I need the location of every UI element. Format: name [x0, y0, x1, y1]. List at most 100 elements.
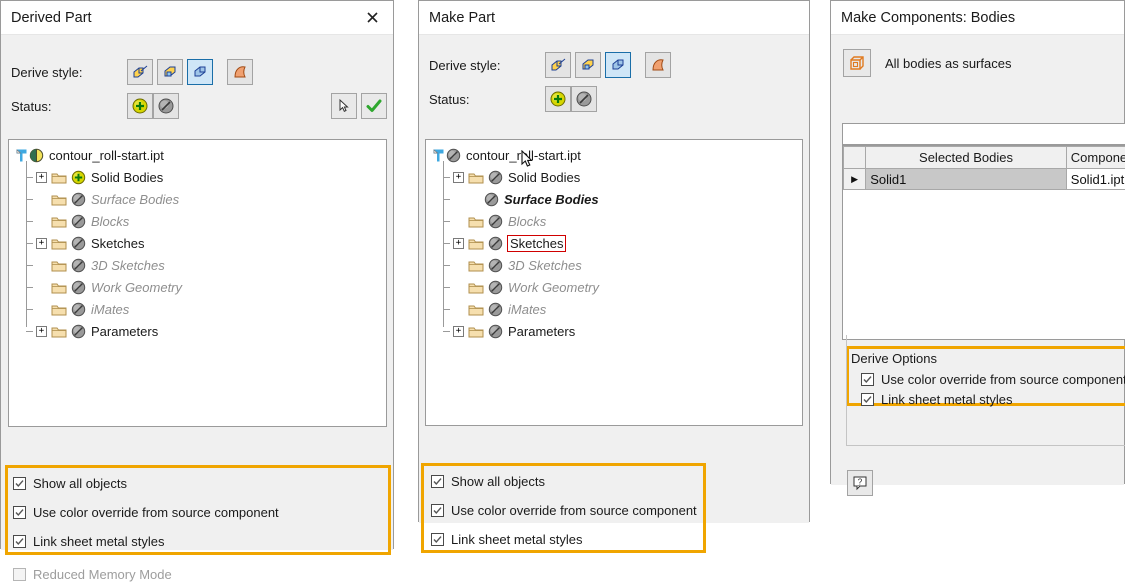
checkbox-box[interactable]	[431, 533, 444, 546]
close-icon[interactable]	[361, 7, 383, 29]
folder-icon	[468, 281, 484, 295]
checkbox-label: Show all objects	[451, 474, 545, 489]
checkbox-box[interactable]	[13, 477, 26, 490]
folder-icon	[468, 259, 484, 273]
derived-part-dialog: Derived Part Derive style:	[0, 0, 394, 549]
checkbox-box[interactable]	[13, 535, 26, 548]
derive-style-surface-only[interactable]	[227, 59, 253, 85]
tree-item-label: iMates	[91, 302, 129, 317]
tree-connector-line	[443, 199, 450, 200]
expander-plus-icon[interactable]: +	[453, 238, 464, 249]
exclude-icon	[488, 324, 503, 339]
help-button[interactable]: ?	[847, 470, 873, 496]
tree-item-label: Solid Bodies	[508, 170, 580, 185]
tree-item-label: Sketches	[508, 236, 565, 251]
tree-item-surface-bodies[interactable]: Surface Bodies	[464, 189, 599, 210]
checkbox-link-sheet-metal-styles[interactable]: Link sheet metal styles	[13, 529, 383, 554]
checkbox-box[interactable]	[861, 373, 874, 386]
checkbox-link-sheet-metal-styles[interactable]: Link sheet metal styles	[431, 527, 701, 552]
all-bodies-as-surfaces-row: All bodies as surfaces	[843, 49, 1011, 77]
exclude-icon	[488, 280, 503, 295]
derive-style-body-as-work-surface[interactable]	[187, 59, 213, 85]
tree-item-contour-roll-start-ipt[interactable]: contour_roll-start.ipt	[15, 145, 164, 166]
tree-item-parameters[interactable]: +Parameters	[448, 321, 575, 342]
expander-plus-icon[interactable]: +	[36, 326, 47, 337]
exclude-icon	[488, 258, 503, 273]
checkbox-box[interactable]	[431, 504, 444, 517]
tree-item-sketches[interactable]: +Sketches	[31, 233, 144, 254]
select-arrow-button[interactable]	[331, 93, 357, 119]
checkbox-use-color-override[interactable]: Use color override from source component	[861, 369, 1125, 389]
checkbox-show-all-objects[interactable]: Show all objects	[431, 469, 701, 494]
checkbox-box[interactable]	[431, 475, 444, 488]
tree-item-surface-bodies[interactable]: Surface Bodies	[31, 189, 179, 210]
root-flag-icon	[432, 148, 446, 163]
exclude-icon	[71, 214, 86, 229]
expander-plus-icon[interactable]: +	[453, 172, 464, 183]
derive-style-label: Derive style:	[11, 65, 127, 80]
derived-part-tree[interactable]: contour_roll-start.ipt + Solid Bodies Surfa…	[8, 139, 387, 427]
table-row[interactable]: ▶ Solid1 Solid1.ipt	[844, 169, 1125, 190]
tree-item-label: Solid Bodies	[91, 170, 163, 185]
tree-item-label: Parameters	[91, 324, 158, 339]
tree-item-work-geometry[interactable]: Work Geometry	[31, 277, 182, 298]
derive-style-label: Derive style:	[429, 58, 545, 73]
bodies-table-element: Selected Bodies Component ▶ Solid1 Solid…	[843, 146, 1125, 190]
exclude-icon	[488, 302, 503, 317]
make-part-tree[interactable]: contour_roll-start.ipt+Solid BodiesSurfa…	[425, 139, 803, 426]
tree-item-3d-sketches[interactable]: 3D Sketches	[31, 255, 165, 276]
derive-style-single-solid[interactable]	[157, 59, 183, 85]
all-bodies-as-surfaces-button[interactable]	[843, 49, 871, 77]
derive-options-group: Derive Options Use color override from s…	[851, 351, 1125, 401]
derive-style-body-as-work-surface[interactable]	[605, 52, 631, 78]
checkbox-link-sheet-metal-styles[interactable]: Link sheet metal styles	[861, 389, 1125, 409]
include-icon	[71, 170, 86, 185]
page-title: Derived Part	[11, 10, 361, 26]
tree-item-solid-bodies[interactable]: + Solid Bodies	[31, 167, 163, 188]
derive-style-solid-body[interactable]	[127, 59, 153, 85]
tree-item-imates[interactable]: iMates	[31, 299, 129, 320]
root-flag-icon	[15, 148, 29, 163]
tree-item-parameters[interactable]: + Parameters	[31, 321, 158, 342]
exclude-icon	[71, 280, 86, 295]
checkbox-box[interactable]	[13, 506, 26, 519]
make-part-dialog: Make Part Derive style:	[418, 0, 810, 522]
status-exclude-icon[interactable]	[153, 93, 179, 119]
derive-style-solid-body[interactable]	[545, 52, 571, 78]
tree-item-label: Work Geometry	[508, 280, 599, 295]
bodies-selection-field[interactable]	[842, 123, 1125, 145]
tree-item-label: Blocks	[508, 214, 546, 229]
tree-item-contour-roll-start-ipt[interactable]: contour_roll-start.ipt	[432, 145, 581, 166]
tree-item-label: Surface Bodies	[504, 192, 599, 207]
derived-part-body: Derive style:	[1, 35, 393, 550]
cell-component[interactable]: Solid1.ipt	[1066, 169, 1125, 190]
expander-plus-icon[interactable]: +	[453, 326, 464, 337]
derived-part-checkbox-group: Show all objects Use color override from…	[13, 471, 383, 587]
bodies-table[interactable]: Selected Bodies Component ▶ Solid1 Solid…	[842, 145, 1125, 340]
expander-plus-icon[interactable]: +	[36, 238, 47, 249]
expander-plus-icon[interactable]: +	[36, 172, 47, 183]
tree-item-blocks[interactable]: Blocks	[448, 211, 546, 232]
tree-item-blocks[interactable]: Blocks	[31, 211, 129, 232]
status-include-icon[interactable]	[127, 93, 153, 119]
column-header-component[interactable]: Component	[1066, 147, 1125, 169]
checkmark-button[interactable]	[361, 93, 387, 119]
tree-item-sketches[interactable]: + Sketches	[448, 233, 565, 254]
checkbox-box[interactable]	[861, 393, 874, 406]
tree-item-work-geometry[interactable]: Work Geometry	[448, 277, 599, 298]
exclude-icon	[446, 148, 461, 163]
derive-style-surface-only[interactable]	[645, 52, 671, 78]
status-include-icon[interactable]	[545, 86, 571, 112]
tree-item-3d-sketches[interactable]: 3D Sketches	[448, 255, 582, 276]
checkbox-use-color-override[interactable]: Use color override from source component	[13, 500, 383, 525]
tree-item-imates[interactable]: iMates	[448, 299, 546, 320]
cell-selected-body[interactable]: Solid1	[866, 169, 1067, 190]
tree-item-solid-bodies[interactable]: + Solid Bodies	[448, 167, 580, 188]
column-header-selected-bodies[interactable]: Selected Bodies	[866, 147, 1067, 169]
derive-style-single-solid[interactable]	[575, 52, 601, 78]
checkbox-use-color-override[interactable]: Use color override from source component	[431, 498, 701, 523]
checkbox-show-all-objects[interactable]: Show all objects	[13, 471, 383, 496]
status-label: Status:	[11, 99, 127, 114]
status-exclude-icon[interactable]	[571, 86, 597, 112]
tree-item-label: contour_roll-start.ipt	[466, 148, 581, 163]
